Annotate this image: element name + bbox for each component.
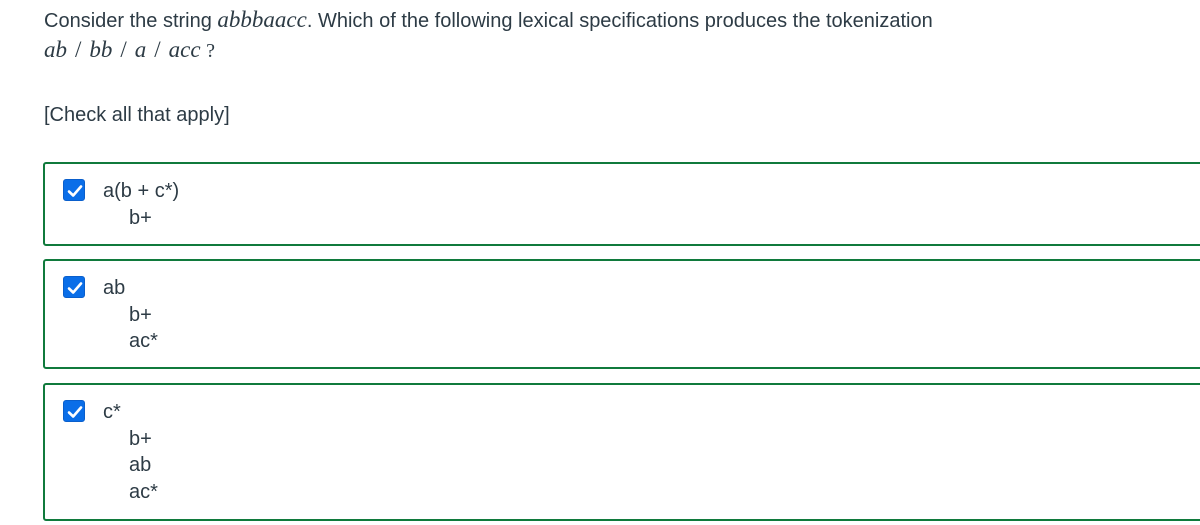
question-mark: ?	[206, 40, 216, 62]
instruction-text: [Check all that apply]	[44, 104, 230, 126]
spec-line: ab	[103, 277, 126, 299]
answer-option-2[interactable]: ab b+ ac*	[43, 259, 1200, 369]
question-suffix: . Which of the following lexical specifi…	[306, 10, 933, 32]
option-spec: ab b+ ac*	[103, 275, 158, 355]
spec-line: ac*	[129, 480, 158, 503]
answer-option-3[interactable]: c* b+ ab ac*	[43, 383, 1200, 521]
checkbox-checked[interactable]	[63, 400, 85, 422]
token-separator: /	[75, 37, 82, 62]
spec-line: c*	[103, 401, 121, 423]
spec-line: b+	[129, 427, 152, 450]
token-separator: /	[120, 37, 127, 62]
option-spec: a(b + c*) b+	[103, 178, 179, 231]
spec-line: ab	[129, 454, 152, 476]
tokenization: ab / bb / a / acc ?	[44, 36, 1184, 68]
spec-line: b+	[129, 206, 152, 229]
question-text: Consider the string abbbaacc. Which of t…	[44, 6, 1184, 68]
spec-line: a(b + c*)	[103, 180, 180, 202]
checkbox-checked[interactable]	[63, 276, 85, 298]
question-line-1: Consider the string abbbaacc. Which of t…	[44, 6, 1184, 34]
token-1: ab	[44, 37, 67, 62]
checkmark-icon	[67, 282, 83, 294]
option-spec: c* b+ ab ac*	[103, 399, 158, 505]
question-prefix: Consider the string	[44, 10, 218, 32]
checkmark-icon	[67, 406, 83, 418]
token-4: acc	[168, 37, 201, 62]
question-string: abbbaacc	[217, 7, 307, 32]
token-3: a	[134, 37, 147, 62]
spec-line: b+	[129, 303, 152, 326]
spec-line: ac*	[129, 330, 158, 352]
answer-option-1[interactable]: a(b + c*) b+	[43, 162, 1200, 246]
checkbox-checked[interactable]	[63, 179, 85, 201]
checkmark-icon	[67, 185, 83, 197]
token-2: bb	[89, 37, 113, 62]
token-separator: /	[154, 37, 161, 62]
